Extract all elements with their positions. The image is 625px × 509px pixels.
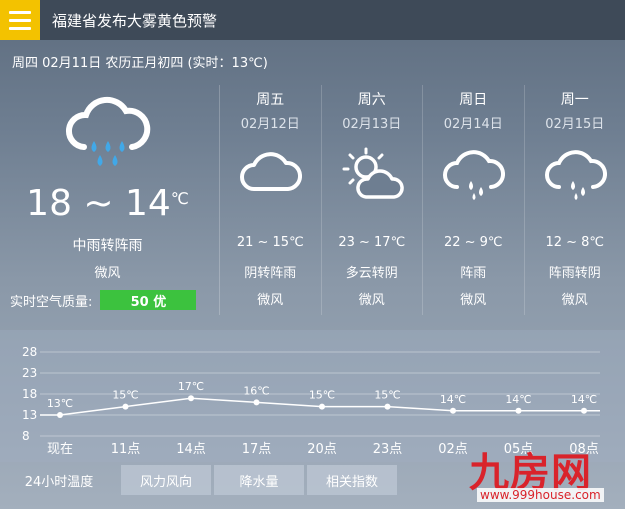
day-wind: 微风	[257, 293, 284, 308]
day-date: 02月13日	[342, 117, 402, 132]
day-name: 周日	[459, 92, 488, 108]
day-condition: 阵雨转阴	[548, 266, 601, 281]
temperature-point	[253, 399, 260, 406]
day-wind: 微风	[460, 293, 487, 308]
day-temp: 12 ~ 8℃	[545, 235, 605, 250]
day-date: 02月12日	[240, 117, 300, 132]
day-condition: 阴转阵雨	[244, 266, 297, 281]
partly-cloudy-icon	[342, 147, 404, 207]
x-tick-label: 17点	[242, 442, 272, 457]
day-date: 02月14日	[443, 117, 503, 132]
tab-precipitation[interactable]: 降水量	[214, 465, 304, 495]
temperature-point	[450, 407, 456, 414]
y-tick-label: 8	[22, 429, 30, 443]
date-bar: 周四 02月11日 农历正月初四 (实时：13℃)	[12, 56, 268, 71]
today-temp-range: 18 ~ 14	[26, 183, 171, 224]
day-name: 周一	[560, 92, 589, 108]
today-temp: 18 ~ 14℃	[0, 183, 215, 224]
today-wind: 微风	[94, 266, 121, 281]
day-wind: 微风	[358, 293, 385, 308]
temperature-point	[57, 412, 63, 418]
temperature-point	[581, 407, 587, 414]
temperature-data-label: 17℃	[178, 380, 204, 393]
temperature-data-label: 14℃	[440, 393, 466, 406]
temperature-point	[122, 403, 129, 410]
forecast-list: 周五 02月12日 21 ~ 15℃ 阴转阵雨 微风 周六 02月13日 23 …	[219, 85, 625, 315]
day-condition: 多云转阴	[345, 266, 398, 281]
temperature-data-label: 16℃	[243, 384, 269, 397]
showers-icon	[443, 147, 505, 207]
tab-indices[interactable]: 相关指数	[307, 465, 397, 495]
temperature-data-label: 13℃	[47, 397, 73, 410]
day-wind: 微风	[561, 293, 588, 308]
aqi-badge: 50 优	[100, 290, 197, 310]
y-tick-label: 13	[22, 408, 37, 422]
aqi-label: 实时空气质量:	[10, 294, 93, 310]
forecast-day[interactable]: 周一 02月15日 12 ~ 8℃ 阵雨转阴 微风	[523, 85, 625, 315]
chart-tabs: 24小时温度 风力风向 降水量 相关指数	[0, 465, 400, 495]
today-condition: 中雨转阵雨	[72, 238, 143, 254]
day-temp: 21 ~ 15℃	[236, 235, 304, 250]
temperature-point	[188, 395, 194, 402]
today-temp-unit: ℃	[170, 189, 189, 208]
x-tick-label: 11点	[111, 442, 141, 457]
temperature-data-label: 15℃	[309, 389, 335, 402]
x-tick-label: 现在	[47, 442, 73, 457]
y-tick-label: 28	[22, 345, 37, 359]
today-panel: 18 ~ 14℃ 中雨转阵雨 微风 实时空气质量: 50 优	[0, 85, 215, 315]
tab-wind[interactable]: 风力风向	[121, 465, 211, 495]
x-tick-label: 20点	[307, 442, 337, 457]
day-temp: 23 ~ 17℃	[338, 235, 406, 250]
y-tick-label: 23	[22, 366, 37, 380]
forecast-day[interactable]: 周六 02月13日 23 ~ 17℃ 多云转阴 微风	[320, 85, 423, 315]
temperature-data-label: 14℃	[505, 393, 531, 406]
day-condition: 阵雨	[460, 266, 487, 281]
tab-24h-temperature[interactable]: 24小时温度	[0, 465, 118, 495]
day-name: 周五	[256, 92, 285, 108]
day-date: 02月15日	[545, 117, 605, 132]
cloudy-icon	[240, 147, 302, 201]
temperature-point	[515, 407, 522, 414]
x-tick-label: 02点	[438, 442, 468, 457]
temperature-data-label: 15℃	[112, 389, 138, 402]
watermark-url: www.999house.com	[477, 488, 604, 502]
day-temp: 22 ~ 9℃	[443, 235, 503, 250]
forecast-day[interactable]: 周日 02月14日 22 ~ 9℃ 阵雨 微风	[422, 85, 524, 315]
x-tick-label: 23点	[373, 442, 403, 457]
temperature-data-label: 15℃	[374, 389, 400, 402]
temperature-point	[384, 403, 391, 410]
temperature-point	[319, 403, 325, 410]
watermark-logo: 九房网 www.999house.com	[469, 440, 619, 506]
forecast-day[interactable]: 周五 02月12日 21 ~ 15℃ 阴转阵雨 微风	[219, 85, 321, 315]
temperature-data-label: 14℃	[571, 393, 597, 406]
y-tick-label: 18	[22, 387, 37, 401]
aqi-row: 实时空气质量: 50 优	[10, 290, 197, 310]
menu-icon[interactable]	[0, 0, 40, 40]
day-name: 周六	[357, 92, 386, 108]
x-tick-label: 14点	[176, 442, 206, 457]
showers-icon	[544, 147, 607, 207]
top-bar: 福建省发布大雾黄色预警	[0, 0, 625, 40]
moderate-rain-icon	[62, 95, 152, 179]
alert-title[interactable]: 福建省发布大雾黄色预警	[52, 10, 217, 31]
